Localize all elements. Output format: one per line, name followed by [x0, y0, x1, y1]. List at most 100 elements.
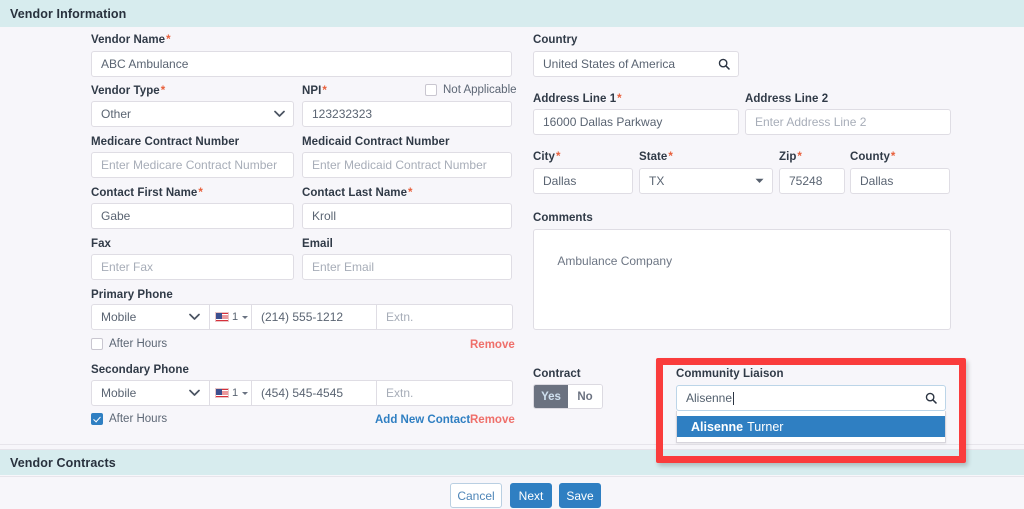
select-primary-phone-type[interactable]: Mobile	[91, 304, 210, 330]
input-vendor-name-value: ABC Ambulance	[101, 57, 188, 71]
required-marker: *	[197, 187, 203, 199]
label-fax: Fax	[91, 238, 111, 250]
section-header-vendor-information: Vendor Information	[0, 0, 1024, 27]
label-zip: Zip*	[779, 151, 802, 163]
input-vendor-name[interactable]: ABC Ambulance	[91, 51, 512, 77]
input-secondary-phone-number[interactable]: (454) 545-4545	[252, 380, 377, 406]
input-email-placeholder: Enter Email	[312, 260, 374, 274]
label-npi: NPI*	[302, 85, 327, 97]
required-marker: *	[555, 151, 561, 163]
required-marker: *	[165, 34, 171, 46]
checkbox-primary-after-hours[interactable]: After Hours	[91, 338, 167, 350]
save-button[interactable]: Save	[559, 483, 601, 508]
checkbox-secondary-after-hours-box[interactable]	[91, 413, 103, 425]
input-contact-last-name[interactable]: Kroll	[302, 203, 512, 229]
primary-phone-row: Mobile 1 (214) 555-1212 Extn.	[91, 304, 513, 330]
chevron-down-icon	[189, 313, 200, 321]
input-secondary-phone-number-value: (454) 545-4545	[261, 386, 343, 400]
input-fax[interactable]: Enter Fax	[91, 254, 294, 280]
checkbox-secondary-after-hours[interactable]: After Hours	[91, 413, 167, 425]
input-county[interactable]: Dallas	[850, 168, 950, 194]
toggle-contract[interactable]: Yes No	[533, 384, 603, 409]
vendor-information-page: Vendor Information Vendor Name* ABC Ambu…	[0, 0, 1024, 509]
input-medicare-contract-number-placeholder: Enter Medicare Contract Number	[101, 158, 277, 172]
checkbox-not-applicable-box[interactable]	[425, 84, 437, 96]
input-contact-first-name-value: Gabe	[101, 209, 130, 223]
checkbox-not-applicable[interactable]: Not Applicable	[425, 84, 517, 96]
link-remove-secondary-phone[interactable]: Remove	[470, 414, 515, 426]
input-community-liaison[interactable]: Alisenne	[676, 385, 946, 411]
input-address-line-1-value: 16000 Dallas Parkway	[543, 115, 662, 129]
select-state[interactable]: TX	[639, 168, 773, 194]
community-liaison-suggestions: AlisenneTurner	[676, 411, 946, 443]
label-address-line-2: Address Line 2	[745, 93, 828, 105]
search-icon[interactable]	[925, 392, 937, 404]
input-npi[interactable]: 123232323	[302, 101, 512, 127]
input-medicare-contract-number[interactable]: Enter Medicare Contract Number	[91, 152, 294, 178]
label-contract: Contract	[533, 368, 581, 380]
input-zip-value: 75248	[789, 174, 822, 188]
input-email[interactable]: Enter Email	[302, 254, 512, 280]
secondary-phone-country-selector[interactable]: 1	[210, 380, 252, 406]
chevron-down-icon	[274, 110, 285, 118]
input-primary-phone-number[interactable]: (214) 555-1212	[252, 304, 377, 330]
label-email: Email	[302, 238, 333, 250]
label-state: State*	[639, 151, 673, 163]
us-flag-icon	[215, 312, 229, 322]
divider	[0, 476, 1024, 477]
section-header-vendor-information-label: Vendor Information	[10, 7, 126, 21]
input-secondary-phone-extension[interactable]: Extn.	[377, 380, 513, 406]
section-header-vendor-contracts-label: Vendor Contracts	[10, 456, 116, 470]
label-medicare-contract-number: Medicare Contract Number	[91, 136, 239, 148]
input-city-value: Dallas	[543, 174, 576, 188]
input-address-line-1[interactable]: 16000 Dallas Parkway	[533, 109, 739, 135]
input-secondary-phone-extension-placeholder: Extn.	[386, 386, 413, 400]
required-marker: *	[796, 151, 802, 163]
input-primary-phone-extension[interactable]: Extn.	[377, 304, 513, 330]
input-city[interactable]: Dallas	[533, 168, 633, 194]
label-primary-phone: Primary Phone	[91, 289, 173, 301]
input-zip[interactable]: 75248	[779, 168, 845, 194]
input-country-value: United States of America	[543, 57, 675, 71]
toggle-contract-no[interactable]: No	[568, 385, 602, 408]
input-medicaid-contract-number-placeholder: Enter Medicaid Contract Number	[312, 158, 487, 172]
checkbox-primary-after-hours-box[interactable]	[91, 338, 103, 350]
label-county: County*	[850, 151, 895, 163]
search-icon[interactable]	[718, 58, 730, 70]
label-vendor-type: Vendor Type*	[91, 85, 165, 97]
caret-down-icon	[755, 178, 764, 184]
checkbox-secondary-after-hours-label: After Hours	[109, 413, 167, 425]
chevron-down-icon	[189, 389, 200, 397]
community-liaison-suggestion-rest: Turner	[747, 420, 783, 434]
link-remove-primary-phone[interactable]: Remove	[470, 339, 515, 351]
input-county-value: Dallas	[860, 174, 893, 188]
textarea-comments[interactable]: Ambulance Company	[533, 229, 951, 330]
required-marker: *	[616, 93, 622, 105]
select-secondary-phone-type[interactable]: Mobile	[91, 380, 210, 406]
input-address-line-2[interactable]: Enter Address Line 2	[745, 109, 951, 135]
next-button[interactable]: Next	[510, 483, 552, 508]
caret-down-icon	[242, 392, 248, 395]
secondary-phone-row: Mobile 1 (454) 545-4545 Extn.	[91, 380, 513, 406]
input-fax-placeholder: Enter Fax	[101, 260, 153, 274]
label-community-liaison: Community Liaison	[676, 368, 784, 380]
required-marker: *	[321, 85, 327, 97]
textarea-comments-value: Ambulance Company	[557, 254, 672, 268]
text-cursor	[733, 392, 734, 405]
input-address-line-2-placeholder: Enter Address Line 2	[755, 115, 866, 129]
primary-phone-country-selector[interactable]: 1	[210, 304, 252, 330]
required-marker: *	[407, 187, 413, 199]
input-country[interactable]: United States of America	[533, 51, 739, 77]
community-liaison-suggestion-item[interactable]: AlisenneTurner	[677, 416, 945, 437]
select-secondary-phone-type-value: Mobile	[101, 386, 136, 400]
input-contact-first-name[interactable]: Gabe	[91, 203, 294, 229]
required-marker: *	[160, 85, 166, 97]
select-primary-phone-type-value: Mobile	[101, 310, 136, 324]
select-vendor-type[interactable]: Other	[91, 101, 294, 127]
toggle-contract-yes[interactable]: Yes	[534, 385, 568, 408]
label-comments: Comments	[533, 212, 593, 224]
cancel-button[interactable]: Cancel	[450, 483, 502, 508]
label-city: City*	[533, 151, 560, 163]
link-add-new-contact[interactable]: Add New Contact	[375, 414, 470, 426]
input-medicaid-contract-number[interactable]: Enter Medicaid Contract Number	[302, 152, 512, 178]
